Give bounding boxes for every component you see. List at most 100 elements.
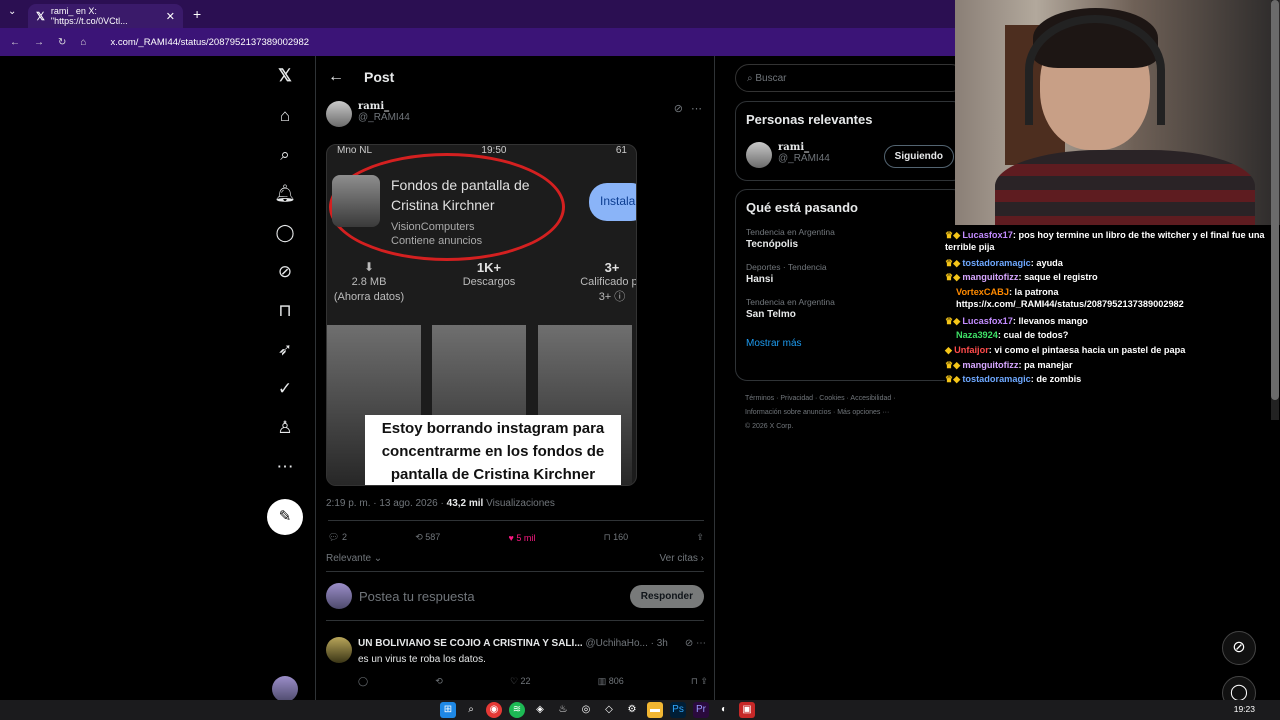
show-more-link[interactable]: Mostrar más [746,338,964,349]
browser-tab[interactable]: 𝕏 rami_ en X: "https://t.co/0VCtl... ✕ [28,4,183,28]
avatar[interactable] [326,637,352,663]
back-icon[interactable]: ← [10,37,20,48]
back-arrow-icon[interactable]: ← [328,68,344,86]
grok-icon[interactable]: ⊘ [674,102,683,115]
rating-sub: 3+ ⓘ [598,291,626,303]
app-icon[interactable]: ◈ [532,702,548,718]
reply-icon[interactable]: ◯ [358,676,368,687]
url-field[interactable]: x.com/_RAMI44/status/2087952137389002982 [110,37,309,48]
verified-icon[interactable]: ✓ [273,377,297,401]
views-action[interactable]: ▥ 806 [598,676,624,687]
new-tab-icon[interactable]: + [193,6,201,22]
search-icon[interactable]: ⌕ [463,702,479,718]
footer-line[interactable]: Términos · Privacidad · Cookies · Accesi… [745,392,955,406]
windows-taskbar: ⊞ ⌕ ◉ ≋ ◈ ♨ ◎ ◇ ⚙ ▬ Ps Pr ◐ ▣ 19:23 [0,700,1280,720]
forward-icon[interactable]: → [34,37,44,48]
relevant-user[interactable]: rami_ @_RAMI44 [746,142,830,168]
photoshop-icon[interactable]: Ps [670,702,686,718]
reply-text: es un virus te roba los datos. [358,654,486,665]
share-icon[interactable]: ⇪ [696,532,704,543]
chat-scrollbar[interactable] [1271,0,1279,420]
scroll-thumb[interactable] [1271,0,1279,400]
premiere-icon[interactable]: Pr [693,702,709,718]
app-icon[interactable]: ◎ [578,702,594,718]
x-logo-icon: 𝕏 [36,10,45,23]
page-title: Post [364,69,395,85]
post-author[interactable]: rami_ @_RAMI44 [326,101,410,127]
heart-icon: ♡ [509,676,521,686]
x-logo-icon[interactable]: 𝕏 [273,64,297,88]
reply-author-name[interactable]: UN BOLIVIANO SE COJIO A CRISTINA Y SALI.… [358,638,583,649]
close-tab-icon[interactable]: ✕ [166,10,175,23]
post-meta: 2:19 p. m. · 13 ago. 2026 · 43,2 mil Vis… [326,498,555,509]
repost-icon[interactable]: ⟲ [435,676,443,687]
badge-icons: ♛◆ [945,316,961,326]
account-avatar[interactable] [272,676,298,702]
bookmark-share-icons[interactable]: ⊓ ⇪ [691,676,708,687]
trend-item[interactable]: Tendencia en Argentina Tecnópolis [746,227,964,250]
grok-icon[interactable]: ⊘ [273,260,297,284]
post-timestamp[interactable]: 2:19 p. m. · 13 ago. 2026 · [326,498,444,509]
footer-line[interactable]: Información sobre anuncios · Más opcione… [745,406,955,420]
status-time: 19:50 [481,145,507,156]
post-column: ← Post rami_ @_RAMI44 ⊘ ⋯ Mno NL 19:50 6… [315,56,715,700]
avatar[interactable] [326,101,352,127]
bookmark-count: 160 [613,532,629,542]
folder-icon[interactable]: ▬ [647,702,663,718]
more-options-icon[interactable]: ⋯ [691,102,702,115]
trend-item[interactable]: Tendencia en Argentina San Telmo [746,297,964,320]
headset [1025,15,1165,125]
avatar [326,583,352,609]
user-handle[interactable]: @_RAMI44 [778,153,830,164]
reply-button[interactable]: Responder [629,584,704,608]
like-action[interactable]: ♥ 5 mil [509,533,536,543]
bookmarks-icon[interactable]: ⊓ [273,299,297,323]
messages-icon[interactable]: ◯ [273,221,297,245]
replies-sort-row: Relevante ⌄ Ver citas › [326,553,704,564]
trend-item[interactable]: Deportes · Tendencia Hansi [746,262,964,285]
sort-dropdown[interactable]: Relevante ⌄ [326,553,382,564]
more-icon[interactable]: ⋯ [273,455,297,479]
user-name[interactable]: rami_ [778,142,830,153]
profile-icon[interactable]: ♙ [273,416,297,440]
carrier-text: Mno NL [337,145,373,156]
app-icon[interactable]: ◇ [601,702,617,718]
settings-icon[interactable]: ⚙ [624,702,640,718]
post-image[interactable]: Mno NL 19:50 61 Fondos de pantalla de Cr… [326,144,637,486]
like-action[interactable]: ♡ 22 [510,676,531,687]
author-handle[interactable]: @_RAMI44 [358,112,410,123]
spotify-icon[interactable]: ≋ [509,702,525,718]
chrome-icon[interactable]: ◉ [486,702,502,718]
address-bar-row: ← → ↻ ⌂ x.com/_RAMI44/status/20879521373… [0,28,955,56]
steam-icon[interactable]: ♨ [555,702,571,718]
grok-float-icon[interactable]: ⊘ [1222,631,1256,665]
badge-icons: ♛◆ [945,258,961,268]
windows-start-icon[interactable]: ⊞ [440,702,456,718]
battery-text: 61 [615,145,627,156]
home-icon[interactable]: ⌂ [273,104,297,128]
app-icon[interactable]: ◐ [716,702,732,718]
search-input[interactable]: ⌕ Buscar [735,64,965,92]
reply-action[interactable]: 💬︎ 2 [328,532,347,543]
reply-author-handle[interactable]: @UchihaHo... [585,638,647,649]
app-icon[interactable]: ▣ [739,702,755,718]
reload-icon[interactable]: ↻ [58,37,66,48]
more-options-icon[interactable]: ⊘ ⋯ [685,638,706,649]
reply-header: UN BOLIVIANO SE COJIO A CRISTINA Y SALI.… [358,638,706,649]
repost-action[interactable]: ⟲ 587 [415,532,440,543]
view-quotes-link[interactable]: Ver citas › [660,553,704,564]
tab-list-chevron-icon[interactable]: ⌄ [8,6,16,17]
search-icon[interactable]: ⌕ [273,143,297,167]
chat-message: VortexCABJ: la patrona https://x.com/_RA… [945,286,1270,310]
system-clock[interactable]: 19:23 [1234,704,1255,714]
rocket-icon[interactable]: ➶ [273,338,297,362]
author-name[interactable]: rami_ [358,101,410,112]
bookmark-action[interactable]: ⊓ 160 [604,532,629,543]
reply-input[interactable]: Postea tu respuesta [359,589,623,604]
compose-button[interactable]: ✎ [267,499,303,535]
app-size-stat: ⬇ 2.8 MB (Ahorra datos) [327,260,419,305]
following-button[interactable]: Siguiendo [883,145,954,168]
notifications-bell-icon[interactable]: 🔔︎ [273,182,297,206]
avatar[interactable] [746,142,772,168]
home-icon[interactable]: ⌂ [80,37,86,48]
